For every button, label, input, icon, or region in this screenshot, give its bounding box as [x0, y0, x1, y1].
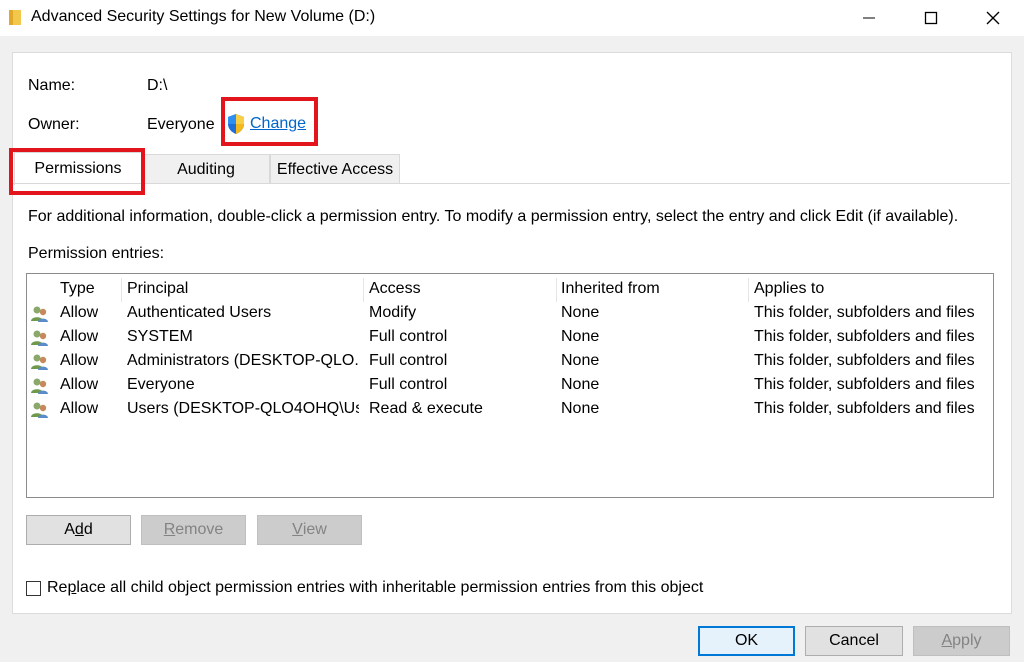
permission-entries-list[interactable]: Type Principal Access Inherited from App…: [26, 273, 994, 498]
tab-effective-access[interactable]: Effective Access: [270, 154, 400, 184]
cell-type: Allow: [60, 352, 99, 369]
replace-child-permissions-label[interactable]: Replace all child object permission entr…: [47, 579, 703, 597]
maximize-icon: [924, 11, 938, 25]
column-separator[interactable]: [556, 278, 557, 302]
users-icon: [31, 330, 48, 346]
remove-button-label-access-key: R: [163, 521, 176, 538]
cancel-button-label: Cancel: [829, 632, 879, 649]
cell-access: Full control: [369, 376, 448, 393]
add-button-label-access-key: d: [74, 521, 84, 538]
tab-permissions[interactable]: Permissions: [14, 152, 142, 185]
change-link-label: Change: [250, 115, 307, 132]
change-owner-link[interactable]: Change: [226, 112, 306, 136]
add-button-label-pre: A: [64, 521, 75, 538]
cell-principal: Authenticated Users: [127, 304, 272, 321]
cell-inherited-from: None: [561, 328, 600, 345]
cell-principal: Users (DESKTOP-QLO4OHQ\Us...: [127, 400, 359, 417]
add-button-label-post: d: [83, 521, 93, 538]
cell-inherited-from: None: [561, 400, 600, 417]
tab-divider: [12, 183, 1010, 184]
cell-inherited-from: None: [561, 376, 600, 393]
cell-applies-to: This folder, subfolders and files: [754, 376, 975, 393]
instructions-text: For additional information, double-click…: [28, 208, 959, 225]
users-icon: [31, 378, 48, 394]
cell-applies-to: This folder, subfolders and files: [754, 304, 975, 321]
name-label: Name:: [28, 77, 76, 94]
cell-access: Read & execute: [369, 400, 483, 417]
cell-type: Allow: [60, 328, 99, 345]
folder-icon: [9, 10, 21, 25]
advanced-security-window: Advanced Security Settings for New Volum…: [0, 0, 1024, 662]
view-button-label-post: iew: [302, 521, 327, 538]
name-value: D:\: [147, 77, 168, 94]
apply-button-label-post: pply: [952, 632, 982, 649]
cell-applies-to: This folder, subfolders and files: [754, 328, 975, 345]
table-row[interactable]: Allow Everyone Full control None This fo…: [27, 374, 993, 398]
replace-child-permissions-checkbox[interactable]: [26, 581, 41, 596]
cell-inherited-from: None: [561, 352, 600, 369]
minimize-icon: [863, 17, 875, 19]
view-button[interactable]: View: [257, 515, 362, 545]
minimize-button[interactable]: [838, 0, 900, 36]
cell-access: Full control: [369, 328, 448, 345]
close-button[interactable]: [962, 0, 1024, 36]
apply-button[interactable]: Apply: [913, 626, 1010, 656]
remove-button[interactable]: Remove: [141, 515, 246, 545]
cancel-button[interactable]: Cancel: [805, 626, 903, 656]
table-row[interactable]: Allow SYSTEM Full control None This fold…: [27, 326, 993, 350]
add-button[interactable]: Add: [26, 515, 131, 545]
remove-button-label-post: emove: [175, 521, 224, 538]
cell-type: Allow: [60, 376, 99, 393]
column-header-type[interactable]: Type: [60, 280, 95, 298]
cell-applies-to: This folder, subfolders and files: [754, 400, 975, 417]
column-separator[interactable]: [748, 278, 749, 302]
cell-applies-to: This folder, subfolders and files: [754, 352, 975, 369]
table-row[interactable]: Allow Authenticated Users Modify None Th…: [27, 302, 993, 326]
title-bar[interactable]: Advanced Security Settings for New Volum…: [0, 0, 1024, 36]
tab-auditing[interactable]: Auditing: [142, 154, 270, 184]
cell-access: Full control: [369, 352, 448, 369]
table-row[interactable]: Allow Administrators (DESKTOP-QLO... Ful…: [27, 350, 993, 374]
column-separator[interactable]: [363, 278, 364, 302]
cell-inherited-from: None: [561, 304, 600, 321]
tab-permissions-label: Permissions: [34, 160, 122, 177]
cell-principal: Everyone: [127, 376, 195, 393]
close-icon: [986, 11, 1000, 25]
owner-label: Owner:: [28, 116, 80, 133]
tab-auditing-label: Auditing: [177, 160, 235, 178]
replace-label-pre: Re: [47, 579, 68, 596]
ok-button[interactable]: OK: [698, 626, 795, 656]
column-separator[interactable]: [121, 278, 122, 302]
column-header-principal[interactable]: Principal: [127, 280, 188, 298]
column-header-access[interactable]: Access: [369, 280, 421, 298]
replace-label-post: lace all child object permission entries…: [76, 579, 704, 596]
table-row[interactable]: Allow Users (DESKTOP-QLO4OHQ\Us... Read …: [27, 398, 993, 422]
cell-type: Allow: [60, 304, 99, 321]
tab-effective-access-label: Effective Access: [276, 160, 394, 178]
column-header-applies-to[interactable]: Applies to: [754, 280, 824, 298]
cell-type: Allow: [60, 400, 99, 417]
ok-button-label: OK: [734, 632, 759, 649]
permission-entries-label: Permission entries:: [28, 245, 165, 262]
apply-button-label-access-key: A: [941, 632, 953, 649]
cell-principal: SYSTEM: [127, 328, 193, 345]
users-icon: [31, 306, 48, 322]
users-icon: [31, 402, 48, 418]
maximize-button[interactable]: [900, 0, 962, 36]
owner-value: Everyone: [147, 116, 215, 133]
column-header-inherited-from[interactable]: Inherited from: [561, 280, 660, 298]
users-icon: [31, 354, 48, 370]
uac-shield-icon: [228, 114, 244, 134]
window-title: Advanced Security Settings for New Volum…: [31, 8, 376, 25]
cell-access: Modify: [369, 304, 417, 321]
cell-principal: Administrators (DESKTOP-QLO...: [127, 352, 359, 369]
view-button-label-access-key: V: [292, 521, 303, 538]
